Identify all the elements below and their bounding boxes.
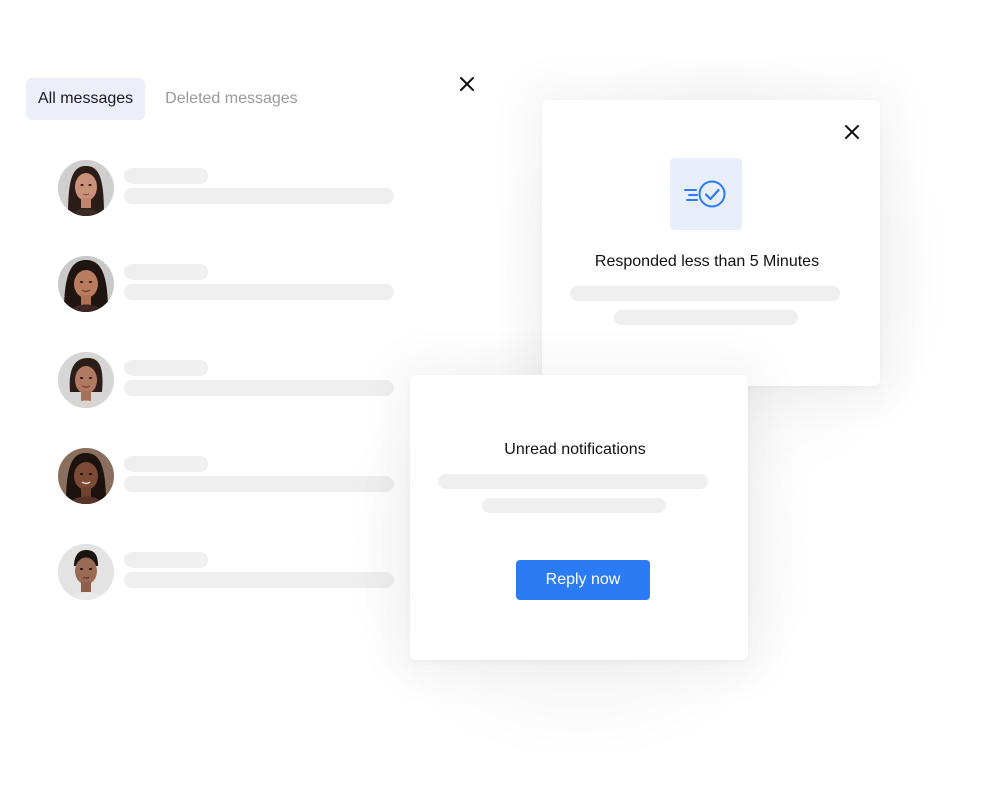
list-item[interactable] xyxy=(58,448,398,504)
notifications-title: Unread notifications xyxy=(504,441,646,458)
list-item[interactable] xyxy=(58,160,398,216)
skeleton-line xyxy=(438,474,708,489)
tab-deleted-messages[interactable]: Deleted messages xyxy=(153,78,310,120)
skeleton-line xyxy=(124,360,208,376)
avatar xyxy=(58,160,114,216)
page: All messages Deleted messages Responded … xyxy=(0,0,1000,800)
message-tabs: All messages Deleted messages xyxy=(26,78,310,120)
tab-all-messages[interactable]: All messages xyxy=(26,78,146,120)
response-time-title: Responded less than 5 Minutes xyxy=(594,253,820,270)
skeleton-line xyxy=(124,552,208,568)
unread-notifications-card: Unread notifications Reply now xyxy=(410,375,748,660)
list-item[interactable] xyxy=(58,544,398,600)
list-item[interactable] xyxy=(58,256,398,312)
skeleton-line xyxy=(482,498,666,513)
close-icon-glyph xyxy=(845,125,859,139)
skeleton-line xyxy=(124,168,208,184)
skeleton-line xyxy=(614,310,798,325)
fast-check-icon xyxy=(670,158,742,230)
response-time-card: Responded less than 5 Minutes xyxy=(542,100,880,386)
skeleton-line xyxy=(124,456,208,472)
avatar xyxy=(58,256,114,312)
avatar xyxy=(58,352,114,408)
avatar xyxy=(58,448,114,504)
skeleton-line xyxy=(124,188,394,204)
reply-now-button[interactable]: Reply now xyxy=(516,560,650,600)
list-item[interactable] xyxy=(58,352,398,408)
skeleton-line xyxy=(124,284,394,300)
skeleton-line xyxy=(124,264,208,280)
close-icon[interactable] xyxy=(840,120,864,144)
close-icon[interactable] xyxy=(455,72,479,96)
close-icon-glyph xyxy=(460,77,474,91)
skeleton-line xyxy=(570,286,840,301)
avatar xyxy=(58,544,114,600)
